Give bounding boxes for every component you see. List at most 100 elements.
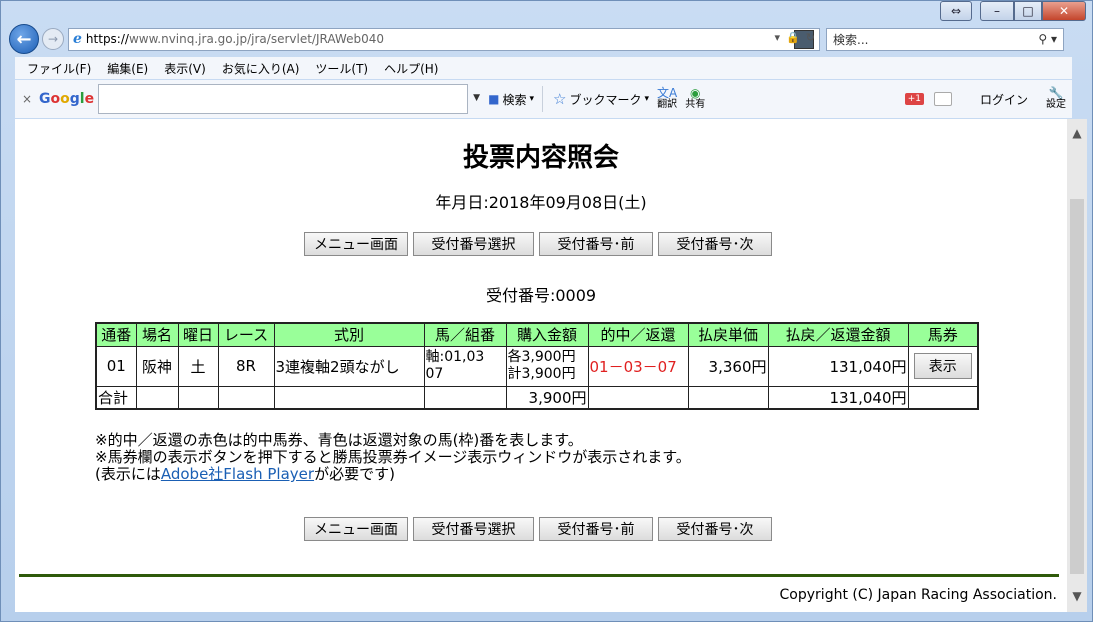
dropdown-icon[interactable]: ▾: [775, 31, 781, 44]
plus-one-counter: [933, 92, 952, 106]
address-bar[interactable]: e https:// www.nvinq.jra.go.jp/jra/servl…: [68, 27, 820, 51]
menu-edit[interactable]: 編集(E): [107, 60, 148, 77]
column-header: 的中／返還: [587, 322, 689, 347]
login-link[interactable]: ログイン: [980, 91, 1028, 108]
note-prefix: (表示には: [95, 465, 161, 483]
google-search-input[interactable]: ▼: [98, 84, 480, 114]
menu-view[interactable]: 表示(V): [164, 60, 206, 77]
cell-type: 3連複軸2頭ながし: [273, 345, 425, 387]
maximize-button[interactable]: □: [1014, 1, 1042, 21]
close-button[interactable]: ✕: [1042, 1, 1086, 21]
menu-bar: ファイル(F) 編集(E) 表示(V) お気に入り(A) ツール(T) ヘルプ(…: [15, 57, 1072, 79]
address-actions: ▾ 🔒 ↻: [775, 31, 815, 44]
scrollbar-thumb[interactable]: [1070, 199, 1084, 574]
column-header: 馬／組番: [423, 322, 507, 347]
cell-unit-price: 3,360円: [687, 345, 769, 387]
combo-line: 07: [425, 366, 444, 382]
bookmark-button[interactable]: ☆ ブックマーク ▾: [553, 90, 649, 108]
minimize-button[interactable]: –: [980, 1, 1014, 21]
receipt-next-button[interactable]: 受付番号･次: [658, 232, 772, 256]
vertical-scrollbar[interactable]: ▲ ▼: [1067, 119, 1087, 612]
refresh-icon[interactable]: ↻: [806, 31, 815, 44]
cell-empty: [423, 385, 507, 409]
chevron-down-icon: ▾: [529, 94, 534, 104]
note-suffix: が必要です): [314, 465, 395, 483]
table-row: 01 阪神 土 8R 3連複軸2頭ながし 軸:01,03 07 各3,900円 …: [95, 345, 979, 387]
bet-table: 通番 場名 曜日 レース 式別 馬／組番 購入金額 的中／返還 払戻単価 払戻／…: [95, 322, 979, 410]
search-placeholder: 検索...: [833, 32, 869, 47]
google-logo: Google: [39, 91, 95, 107]
url-path: www.nvinq.jra.go.jp/jra/servlet/JRAWeb04…: [128, 32, 384, 46]
receipt-next-button[interactable]: 受付番号･次: [658, 517, 772, 541]
lock-icon[interactable]: 🔒: [786, 31, 800, 44]
receipt-prev-button[interactable]: 受付番号･前: [539, 517, 653, 541]
navigation-row: ← → e https:// www.nvinq.jra.go.jp/jra/s…: [9, 23, 1086, 55]
chevron-down-icon: ▾: [644, 94, 649, 104]
chevron-up-icon[interactable]: ▲: [1067, 123, 1087, 143]
column-header: 購入金額: [505, 322, 589, 347]
flash-player-link[interactable]: Adobe社Flash Player: [161, 465, 314, 483]
menu-screen-button[interactable]: メニュー画面: [304, 517, 408, 541]
restore-icon[interactable]: ⇔: [940, 1, 972, 21]
cell-empty: [273, 385, 425, 409]
note-line: ※的中／返還の赤色は的中馬券、青色は返還対象の馬(枠)番を表します。: [95, 431, 583, 449]
close-toolbar-icon[interactable]: ×: [15, 92, 39, 106]
share-button[interactable]: ◉ 共有: [685, 86, 706, 110]
bottom-button-row: メニュー画面 受付番号選択 受付番号･前 受付番号･次: [304, 517, 772, 541]
search-icon: ■: [488, 92, 500, 106]
cell-empty: [687, 385, 769, 409]
menu-favorites[interactable]: お気に入り(A): [222, 60, 300, 77]
page-viewport: 投票内容照会 年月日:2018年09月08日(土) メニュー画面 受付番号選択 …: [15, 119, 1067, 612]
translate-button[interactable]: 文A 翻訳: [656, 86, 678, 110]
menu-file[interactable]: ファイル(F): [27, 60, 91, 77]
amount-line: 各3,900円: [507, 349, 576, 365]
cell-total-amount: 3,900円: [505, 385, 589, 409]
cell-payout: 131,040円: [767, 345, 909, 387]
star-icon: ☆: [552, 90, 567, 108]
menu-screen-button[interactable]: メニュー画面: [304, 232, 408, 256]
cell-total-label: 合計: [95, 385, 137, 409]
show-ticket-button[interactable]: 表示: [913, 353, 972, 379]
cell-race: 8R: [217, 345, 275, 387]
cell-day: 土: [177, 345, 219, 387]
receipt-select-button[interactable]: 受付番号選択: [413, 232, 534, 256]
receipt-number: 受付番号:0009: [485, 286, 597, 305]
footer-divider: [19, 574, 1059, 577]
google-toolbar: × Google ▼ ■ 検索 ▾ ☆ ブックマーク ▾ 文A 翻訳 ◉ 共有 …: [15, 80, 1072, 118]
share-label: 共有: [685, 99, 706, 110]
top-button-row: メニュー画面 受付番号選択 受付番号･前 受付番号･次: [304, 232, 772, 256]
cell-empty: [907, 385, 979, 409]
back-button[interactable]: ←: [9, 24, 39, 54]
google-search-button[interactable]: ■ 検索 ▾: [488, 91, 534, 108]
note-line: ※馬券欄の表示ボタンを押下すると勝馬投票券イメージ表示ウィンドウが表示されます。: [95, 448, 691, 466]
column-header: レース: [217, 322, 275, 347]
table-header-row: 通番 場名 曜日 レース 式別 馬／組番 購入金額 的中／返還 払戻単価 払戻／…: [95, 322, 979, 347]
dropdown-icon[interactable]: ▼: [473, 93, 480, 103]
cell-empty: [217, 385, 275, 409]
total-row: 合計 3,900円 131,040円: [95, 385, 979, 409]
browser-search-input[interactable]: 検索... ⚲ ▾: [826, 27, 1064, 51]
cell-venue: 阪神: [135, 345, 179, 387]
chevron-down-icon[interactable]: ▼: [1067, 586, 1087, 606]
cell-empty: [177, 385, 219, 409]
date-label: 年月日:2018年09月08日(土): [435, 193, 647, 212]
receipt-select-button[interactable]: 受付番号選択: [413, 517, 534, 541]
cell-combo: 軸:01,03 07: [423, 345, 507, 387]
translate-icon: 文A: [656, 86, 678, 100]
search-icon[interactable]: ⚲ ▾: [1038, 32, 1057, 46]
settings-button[interactable]: 🔧 設定: [1046, 87, 1066, 110]
settings-label: 設定: [1046, 99, 1066, 110]
column-header: 場名: [135, 322, 179, 347]
notes: ※的中／返還の赤色は的中馬券、青色は返還対象の馬(枠)番を表します。 ※馬券欄の…: [95, 432, 691, 483]
cell-ticket: 表示: [907, 345, 979, 387]
search-label: 検索: [502, 92, 527, 107]
url-scheme: https://: [85, 32, 129, 46]
plus-one-button[interactable]: +1: [904, 93, 924, 105]
receipt-prev-button[interactable]: 受付番号･前: [539, 232, 653, 256]
bookmark-label: ブックマーク: [569, 92, 642, 107]
copyright: Copyright (C) Japan Racing Association.: [779, 587, 1057, 603]
menu-tools[interactable]: ツール(T): [315, 60, 368, 77]
forward-button[interactable]: →: [42, 28, 64, 50]
menu-help[interactable]: ヘルプ(H): [384, 60, 438, 77]
share-icon: ◉: [689, 86, 701, 100]
